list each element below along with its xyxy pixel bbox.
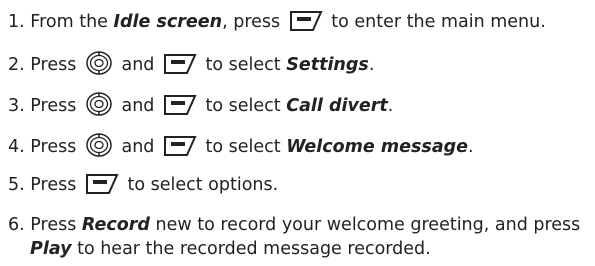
step-6-continuation: Play to hear the recorded message record…: [8, 237, 587, 261]
step-3: 3. Press and to select Call divert.: [8, 91, 587, 118]
step-text: Press: [30, 137, 82, 157]
step-text: Press: [30, 55, 82, 75]
step-text: and: [115, 96, 160, 116]
instruction-list: 1. From the Idle screen, press to enter …: [0, 0, 595, 266]
welcome-message-term: Welcome message: [286, 137, 469, 157]
step-text: to select options.: [121, 175, 279, 195]
step-number: 4.: [8, 137, 25, 157]
step-number: 3.: [8, 96, 25, 116]
step-number: 6.: [8, 215, 25, 235]
step-text: Press: [30, 96, 82, 116]
step-6: 6. Press Record new to record your welco…: [8, 213, 587, 261]
call-divert-term: Call divert: [286, 96, 388, 116]
step-text: to hear the recorded message recorded.: [71, 239, 431, 259]
step-text: .: [468, 137, 474, 157]
idle-screen-term: Idle screen: [113, 12, 223, 32]
step-number: 1.: [8, 12, 25, 32]
navigation-key-icon: [86, 51, 112, 75]
step-text: Press: [30, 175, 82, 195]
step-text: Press: [30, 215, 82, 235]
softkey-icon: [163, 95, 197, 115]
softkey-icon: [289, 11, 323, 31]
step-text: to select: [199, 55, 287, 75]
step-text: new to record your welcome greeting, and…: [149, 215, 581, 235]
step-text: to enter the main menu.: [325, 12, 546, 32]
step-text: .: [368, 55, 375, 75]
settings-term: Settings: [286, 55, 369, 75]
step-4: 4. Press and to select Welcome message.: [8, 132, 587, 159]
step-text: From the: [30, 12, 114, 32]
navigation-key-icon: [86, 92, 112, 116]
step-text: to select: [199, 96, 287, 116]
step-number: 5.: [8, 175, 25, 195]
step-number: 2.: [8, 55, 25, 75]
step-text: and: [115, 55, 160, 75]
step-1: 1. From the Idle screen, press to enter …: [8, 10, 587, 34]
step-text: to select: [199, 137, 287, 157]
softkey-icon: [85, 174, 119, 194]
step-2: 2. Press and to select Settings.: [8, 50, 587, 77]
step-text: and: [115, 137, 160, 157]
step-5: 5. Press to select options.: [8, 173, 587, 197]
softkey-icon: [163, 136, 197, 156]
record-term: Record: [81, 215, 150, 235]
navigation-key-icon: [86, 133, 112, 157]
step-text: , press: [222, 12, 286, 32]
play-term: Play: [30, 239, 72, 259]
step-text: .: [387, 96, 394, 116]
softkey-icon: [163, 54, 197, 74]
